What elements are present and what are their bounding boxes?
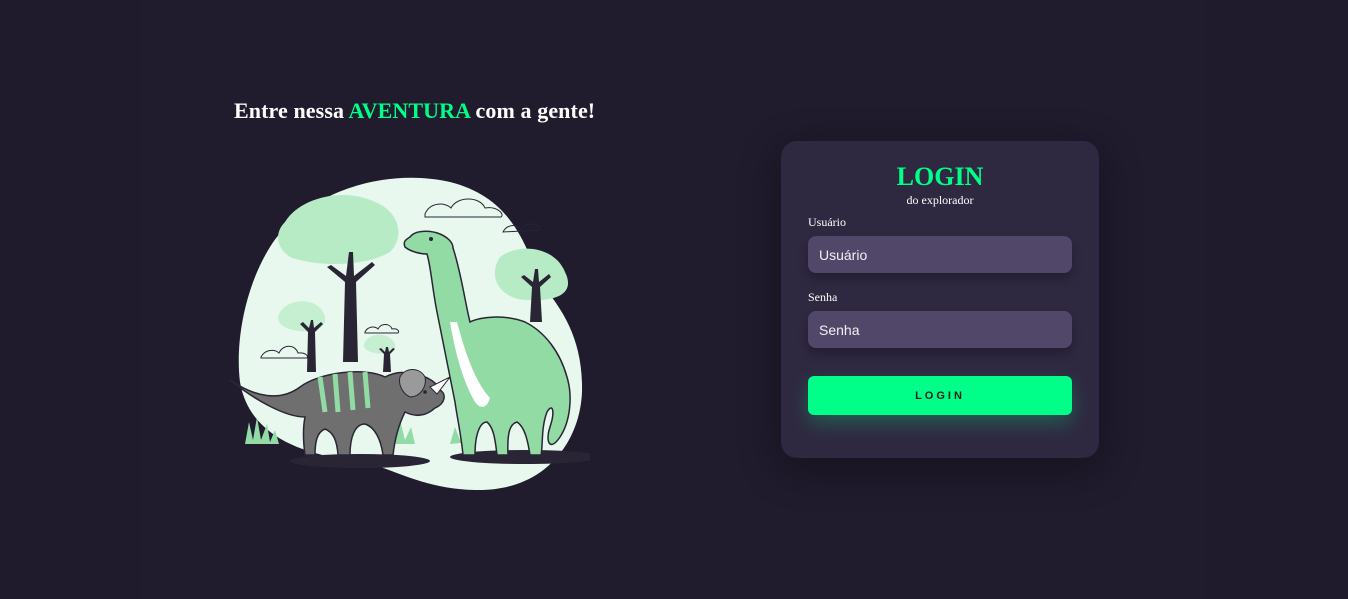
hero-section: Entre nessa AVENTURA com a gente! — [140, 0, 675, 599]
headline-pre: Entre nessa — [234, 98, 349, 123]
dino-eye — [423, 390, 427, 394]
hero-headline: Entre nessa AVENTURA com a gente! — [234, 98, 595, 124]
ground-shadow — [290, 454, 430, 468]
headline-accent: AVENTURA — [348, 98, 470, 123]
password-field[interactable] — [808, 311, 1072, 348]
login-subtitle: do explorador — [906, 193, 974, 207]
login-button[interactable]: LOGIN — [808, 376, 1072, 415]
login-title: LOGIN — [896, 162, 984, 191]
username-field[interactable] — [808, 236, 1072, 273]
tree-canopy — [494, 248, 569, 301]
dino-eye — [429, 237, 433, 241]
login-card: LOGIN do explorador Usuário Senha LOGIN — [781, 141, 1099, 458]
username-label: Usuário — [808, 215, 846, 229]
headline-post: com a gente! — [469, 98, 596, 123]
tree-canopy — [278, 194, 399, 264]
dinosaurs-illustration — [229, 177, 590, 491]
password-label: Senha — [808, 290, 838, 304]
